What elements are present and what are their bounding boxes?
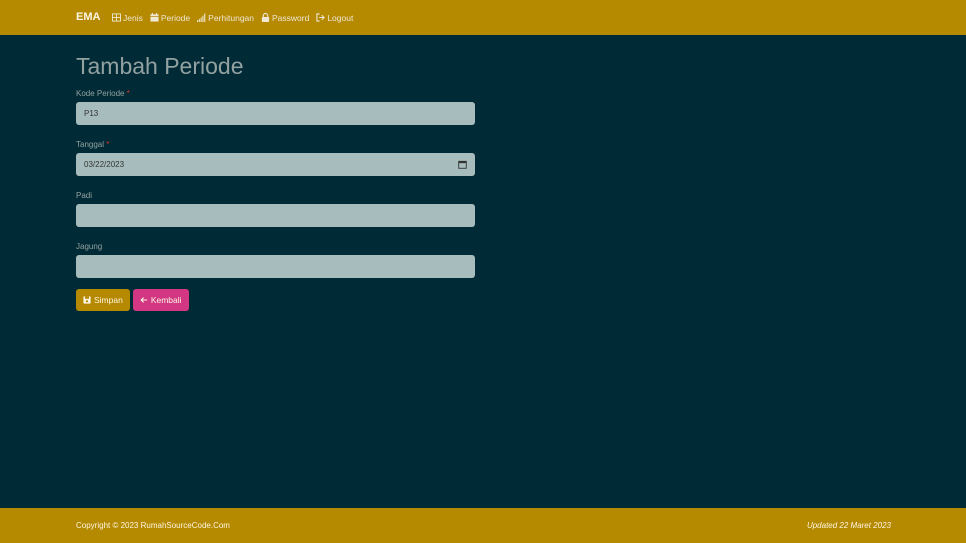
nav-item-label: Periode [160,12,191,23]
nav-item-label: Perhitungan [208,12,254,23]
kode-periode-label: Kode Periode * [76,88,476,99]
jagung-group: Jagung [76,241,476,278]
field-label-text: Tanggal [76,140,105,149]
brand-link[interactable]: EMA [76,0,100,35]
arrow-left-icon [140,296,148,304]
save-button[interactable]: Simpan [76,289,130,311]
input-value: P13 [84,109,99,118]
table-icon [112,13,121,22]
nav-item-jenis[interactable]: Jenis [112,13,143,23]
save-button-label: Simpan [94,295,123,305]
save-icon [83,296,91,304]
nav-item-perhitungan[interactable]: Perhitungan [197,13,254,23]
required-marker: * [106,140,110,149]
form-actions: Simpan Kembali [76,289,476,311]
jagung-label: Jagung [76,242,103,251]
navbar: EMA Jenis Periode Perhitungan Password L… [0,0,966,35]
footer: Copyright © 2023 RumahSourceCode.Com Upd… [0,508,966,543]
calendar-picker-icon[interactable] [458,160,467,169]
nav-item-label: Jenis [123,12,143,23]
kode-periode-input[interactable]: P13 [76,102,475,125]
jagung-input[interactable] [76,255,475,278]
nav-item-label: Password [272,12,310,23]
logout-icon [316,13,326,22]
padi-input[interactable] [76,204,475,227]
main-content: Tambah Periode Kode Periode * P13 Tangga… [76,50,476,311]
padi-label: Padi [76,191,93,200]
required-marker: * [126,89,130,98]
nav-item-password[interactable]: Password [261,13,309,23]
input-value: 03/22/2023 [84,160,125,169]
tanggal-label: Tanggal * [76,139,476,150]
footer-updated: Updated 22 Maret 2023 [806,521,891,530]
nav-item-logout[interactable]: Logout [316,13,353,23]
tanggal-date-input[interactable]: 03/22/2023 [76,153,475,176]
nav-menu: Jenis Periode Perhitungan Password Logou… [112,0,353,35]
lock-icon [261,13,270,22]
padi-group: Padi [76,190,476,227]
signal-icon [197,13,206,22]
nav-item-label: Logout [327,12,354,23]
back-button[interactable]: Kembali [132,289,189,311]
field-label-text: Kode Periode [76,89,125,98]
back-button-label: Kembali [150,295,182,305]
kode-periode-group: Kode Periode * P13 [76,88,476,125]
footer-copyright: Copyright © 2023 RumahSourceCode.Com [76,521,230,530]
page-title: Tambah Periode [76,53,244,79]
nav-item-periode[interactable]: Periode [150,13,190,23]
tanggal-group: Tanggal * 03/22/2023 [76,139,476,176]
calendar-icon [150,13,159,22]
